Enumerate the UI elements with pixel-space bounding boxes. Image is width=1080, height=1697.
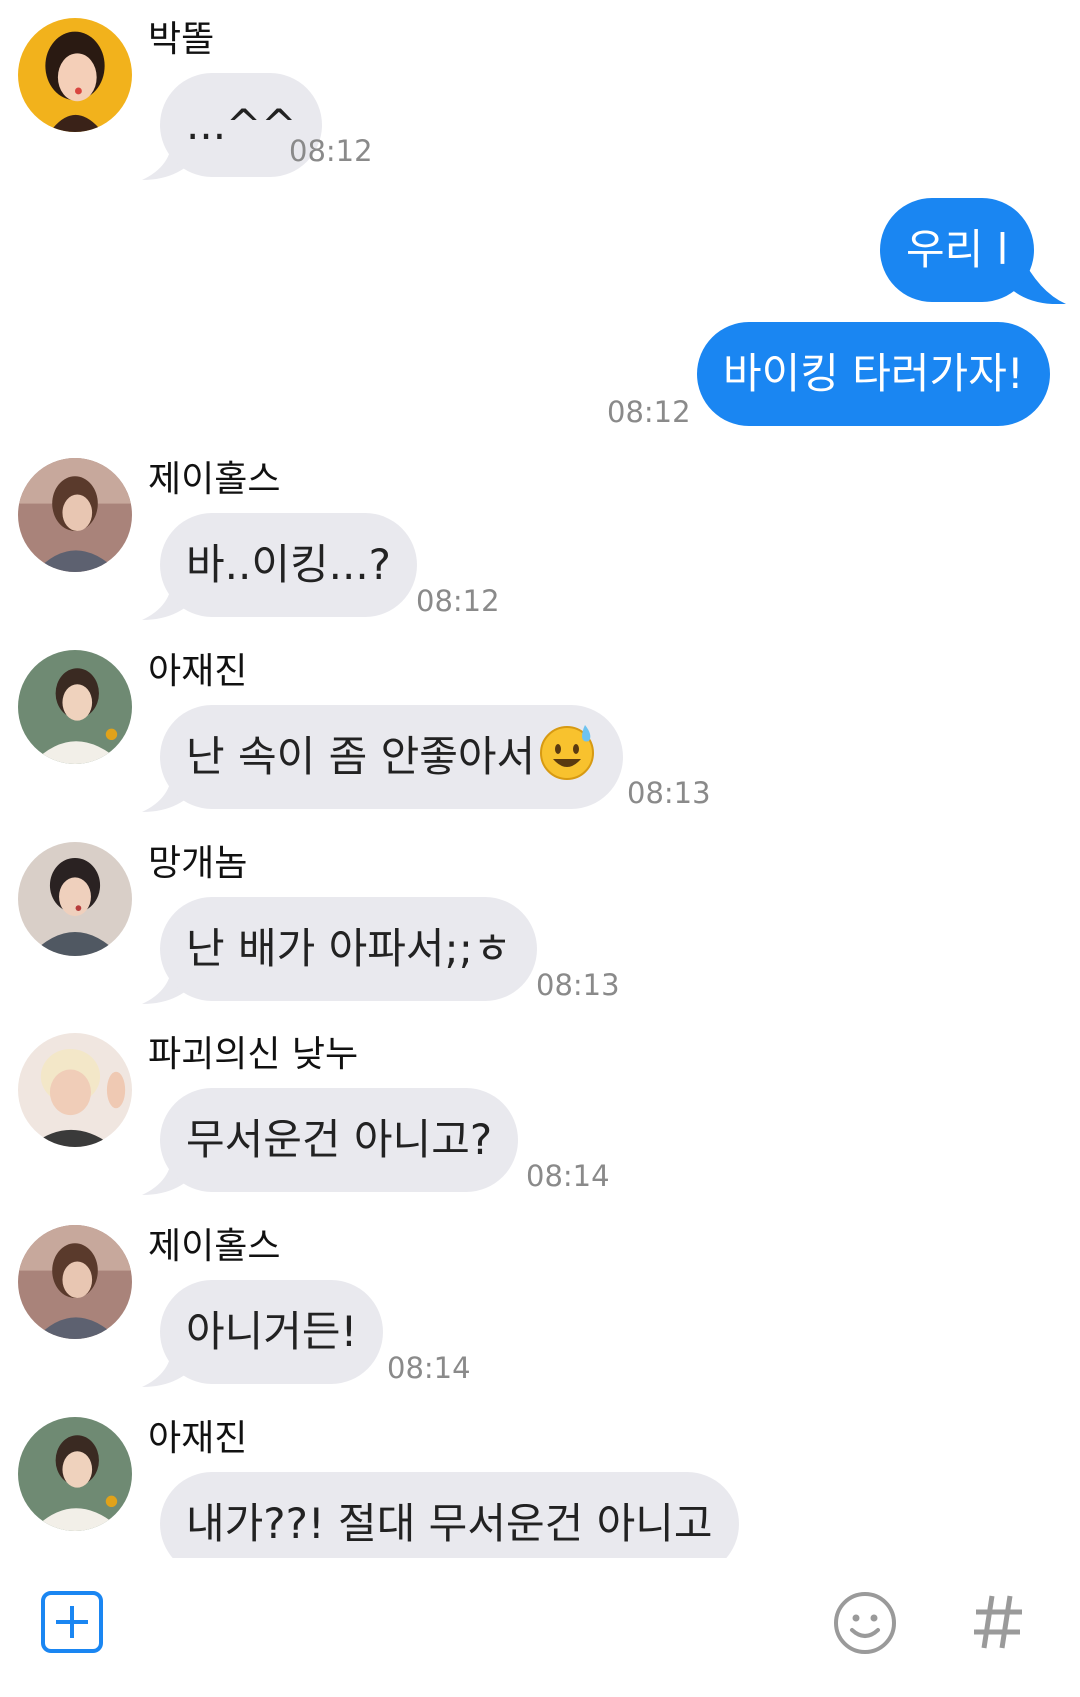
add-button[interactable] <box>40 1590 104 1654</box>
sender-name: 박똘 <box>148 19 215 60</box>
sweat-smile-emoji-icon <box>540 725 595 780</box>
avatar[interactable] <box>18 1033 132 1147</box>
message-bubble[interactable]: 난 속이 좀 안좋아서 <box>160 705 624 809</box>
message-bubble-outgoing[interactable]: 바이킹 타러가자! <box>697 322 1050 426</box>
sender-name: 아재진 <box>148 1418 248 1459</box>
message-time: 08:13 <box>536 968 620 1002</box>
chat-area[interactable]: 박똘 ...^^ 08:12 우리 l 08:12 바이킹 타러가자! 제이홀스… <box>0 0 1080 1558</box>
message-bubble[interactable]: 아니거든! <box>160 1280 384 1384</box>
input-bar <box>0 1558 1080 1697</box>
avatar[interactable] <box>18 650 132 764</box>
hashtag-icon <box>974 1595 1022 1649</box>
sender-name: 제이홀스 <box>148 459 281 500</box>
message-time: 08:12 <box>289 134 373 168</box>
smiley-icon <box>834 1592 896 1654</box>
message-time: 08:14 <box>526 1159 610 1193</box>
avatar[interactable] <box>18 458 132 572</box>
message-bubble[interactable]: 무서운건 아니고? <box>160 1088 519 1192</box>
avatar[interactable] <box>18 842 132 956</box>
emoji-button[interactable] <box>832 1590 898 1656</box>
hashtag-button[interactable] <box>972 1590 1026 1654</box>
avatar[interactable] <box>18 1225 132 1339</box>
message-time: 08:13 <box>627 776 711 810</box>
message-bubble-outgoing[interactable]: 우리 l <box>880 198 1035 302</box>
message-time: 08:12 <box>416 584 500 618</box>
sender-name: 아재진 <box>148 651 248 692</box>
sender-name: 망개놈 <box>148 843 248 884</box>
message-bubble[interactable]: 난 배가 아파서;;ㅎ <box>160 897 538 1001</box>
message-time: 08:12 <box>607 395 691 429</box>
avatar[interactable] <box>18 18 132 132</box>
sender-name: 제이홀스 <box>148 1226 281 1267</box>
sender-name: 파괴의신 낮누 <box>148 1034 359 1075</box>
message-bubble[interactable]: 내가??! 절대 무서운건 아니고 <box>160 1472 739 1558</box>
message-time: 08:14 <box>387 1351 471 1385</box>
plus-square-icon <box>41 1591 103 1653</box>
avatar[interactable] <box>18 1417 132 1531</box>
message-bubble[interactable]: 바..이킹...? <box>160 513 417 617</box>
message-text: 난 속이 좀 안좋아서 <box>186 732 536 781</box>
